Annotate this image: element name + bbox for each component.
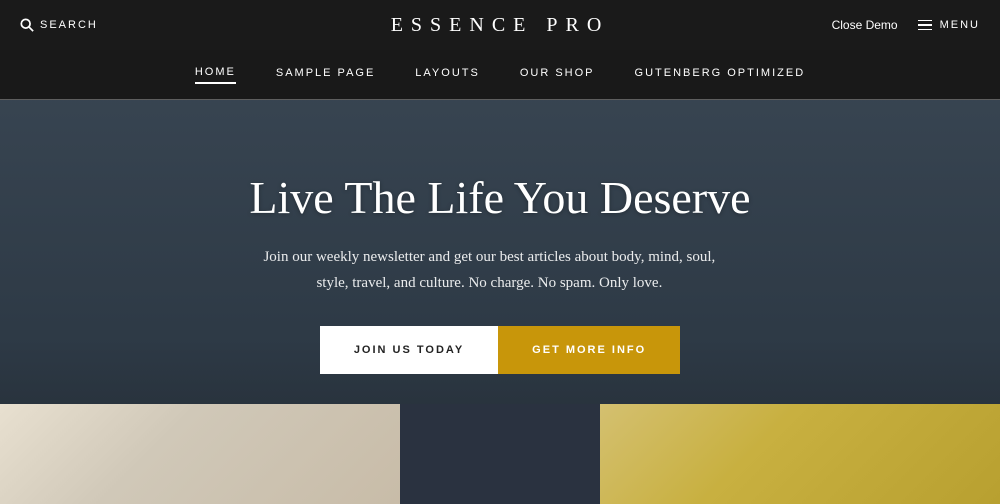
bottom-image-left — [0, 404, 400, 504]
hero-subtext-line2: style, travel, and culture. No charge. N… — [316, 275, 662, 291]
join-us-button[interactable]: JOIN US TODAY — [320, 326, 498, 374]
top-right-controls: Close Demo MENU — [832, 18, 980, 32]
bottom-image-gap — [400, 404, 600, 504]
menu-button[interactable]: MENU — [918, 19, 980, 31]
navigation: HOME SAMPLE PAGE LAYOUTS OUR SHOP GUTENB… — [0, 50, 1000, 100]
hero-content: Live The Life You Deserve Join our weekl… — [229, 170, 770, 374]
hero-section: Live The Life You Deserve Join our weekl… — [0, 100, 1000, 504]
hero-buttons: JOIN US TODAY GET MORE INFO — [249, 326, 750, 374]
hamburger-icon — [918, 20, 932, 31]
nav-divider — [0, 99, 1000, 100]
search-icon — [20, 18, 34, 32]
nav-item-our-shop[interactable]: OUR SHOP — [520, 67, 595, 83]
top-bar: SEARCH ESSENCE PRO Close Demo MENU — [0, 0, 1000, 50]
nav-item-home[interactable]: HOME — [195, 66, 236, 84]
bottom-image-strip — [0, 404, 1000, 504]
search-button[interactable]: SEARCH — [20, 18, 98, 32]
hero-heading: Live The Life You Deserve — [249, 170, 750, 225]
nav-item-layouts[interactable]: LAYOUTS — [415, 67, 480, 83]
nav-item-gutenberg[interactable]: GUTENBERG OPTIMIZED — [635, 67, 806, 83]
hero-subtext-line1: Join our weekly newsletter and get our b… — [263, 249, 715, 265]
get-more-info-button[interactable]: GET MORE INFO — [498, 326, 680, 374]
bottom-image-right — [600, 404, 1000, 504]
menu-label: MENU — [940, 19, 980, 31]
nav-item-sample-page[interactable]: SAMPLE PAGE — [276, 67, 375, 83]
search-label: SEARCH — [40, 19, 98, 31]
hero-subtext: Join our weekly newsletter and get our b… — [249, 245, 729, 296]
site-title: ESSENCE PRO — [391, 14, 610, 37]
close-demo-button[interactable]: Close Demo — [832, 18, 898, 32]
